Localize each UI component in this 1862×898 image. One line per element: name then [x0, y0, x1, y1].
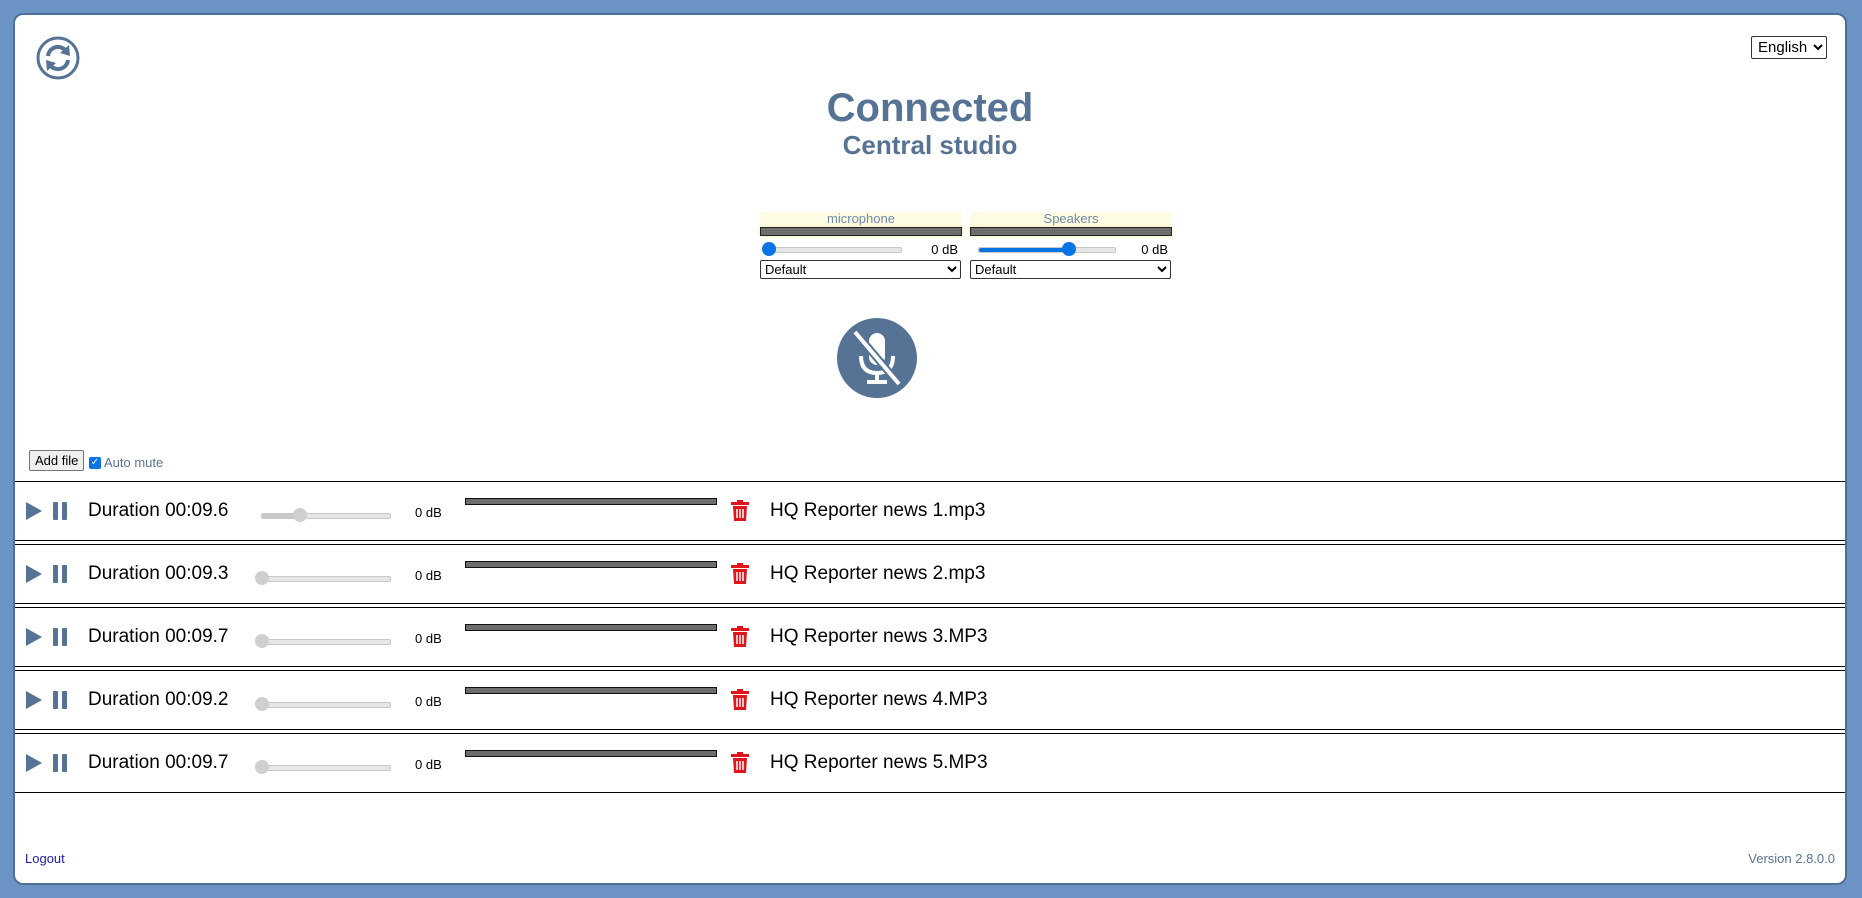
file-level-meter — [465, 750, 717, 757]
input-level-meter — [760, 227, 962, 236]
output-device-label: Speakers — [970, 212, 1172, 226]
microphone-muted-icon[interactable] — [837, 318, 917, 398]
file-level-meter — [465, 498, 717, 505]
file-duration: Duration 00:09.2 — [88, 689, 229, 710]
file-level-meter — [465, 561, 717, 568]
auto-mute-label: Auto mute — [104, 455, 164, 470]
output-device-select[interactable]: Default — [970, 260, 1171, 279]
play-icon[interactable] — [25, 501, 43, 526]
pause-icon[interactable] — [52, 627, 68, 652]
file-volume-thumb[interactable] — [255, 571, 269, 585]
file-volume-thumb[interactable] — [293, 508, 308, 522]
version-label: Version 2.8.0.0 — [1748, 851, 1835, 866]
file-row: Duration 00:09.7 0 dB HQ Reporter news 5… — [15, 733, 1845, 793]
app-window: English Connected Central studio microph… — [13, 13, 1847, 885]
play-icon[interactable] — [25, 627, 43, 652]
pause-icon[interactable] — [52, 501, 68, 526]
file-level-meter — [465, 687, 717, 694]
trash-icon[interactable] — [731, 563, 749, 590]
output-device-panel: Speakers 0 dB Default — [970, 212, 1172, 279]
file-name: HQ Reporter news 2.mp3 — [770, 563, 986, 584]
file-volume-slider[interactable] — [255, 634, 391, 648]
file-gain-value: 0 dB — [415, 757, 442, 772]
file-row: Duration 00:09.3 0 dB HQ Reporter news 2… — [15, 544, 1845, 604]
file-duration: Duration 00:09.6 — [88, 500, 229, 521]
trash-icon[interactable] — [731, 500, 749, 527]
output-gain-fill — [979, 248, 1069, 252]
file-gain-value: 0 dB — [415, 505, 442, 520]
trash-icon[interactable] — [731, 626, 749, 653]
file-volume-thumb[interactable] — [255, 760, 269, 774]
file-gain-value: 0 dB — [415, 631, 442, 646]
play-icon[interactable] — [25, 690, 43, 715]
output-gain-slider[interactable] — [978, 242, 1116, 256]
input-gain-slider[interactable] — [762, 242, 902, 256]
input-device-select[interactable]: Default — [760, 260, 961, 279]
file-name: HQ Reporter news 4.MP3 — [770, 689, 988, 710]
refresh-icon[interactable] — [36, 36, 80, 80]
pause-icon[interactable] — [52, 753, 68, 778]
file-row: Duration 00:09.7 0 dB HQ Reporter news 3… — [15, 607, 1845, 667]
file-gain-value: 0 dB — [415, 568, 442, 583]
add-file-button[interactable]: Add file — [29, 450, 85, 471]
play-icon[interactable] — [25, 564, 43, 589]
pause-icon[interactable] — [52, 690, 68, 715]
file-name: HQ Reporter news 1.mp3 — [770, 500, 986, 521]
auto-mute-toggle[interactable]: ✓ Auto mute — [89, 455, 163, 470]
file-volume-thumb[interactable] — [255, 697, 269, 711]
file-volume-slider[interactable] — [261, 508, 391, 522]
input-device-label: microphone — [760, 212, 962, 226]
trash-icon[interactable] — [731, 689, 749, 716]
file-gain-value: 0 dB — [415, 694, 442, 709]
connection-status: Connected — [826, 86, 1034, 130]
output-level-meter — [970, 227, 1172, 236]
file-volume-slider[interactable] — [255, 760, 391, 774]
file-volume-slider[interactable] — [255, 697, 391, 711]
file-name: HQ Reporter news 5.MP3 — [770, 752, 988, 773]
file-duration: Duration 00:09.7 — [88, 626, 229, 647]
file-volume-slider[interactable] — [255, 571, 391, 585]
file-row: Duration 00:09.6 0 dB HQ Reporter news 1… — [15, 481, 1845, 541]
play-icon[interactable] — [25, 753, 43, 778]
file-list: Duration 00:09.6 0 dB HQ Reporter news 1… — [15, 481, 1845, 796]
language-select[interactable]: English — [1751, 36, 1827, 59]
studio-name: Central studio — [842, 130, 1018, 160]
file-name: HQ Reporter news 3.MP3 — [770, 626, 988, 647]
pause-icon[interactable] — [52, 564, 68, 589]
add-file-bar: Add file — [29, 450, 85, 471]
input-gain-thumb[interactable] — [762, 242, 776, 256]
input-gain-value: 0 dB — [931, 242, 958, 257]
file-duration: Duration 00:09.7 — [88, 752, 229, 773]
input-device-panel: microphone 0 dB Default — [760, 212, 962, 279]
file-row: Duration 00:09.2 0 dB HQ Reporter news 4… — [15, 670, 1845, 730]
output-gain-thumb[interactable] — [1061, 242, 1076, 256]
auto-mute-checkbox[interactable]: ✓ — [89, 456, 101, 469]
output-gain-value: 0 dB — [1141, 242, 1168, 257]
file-duration: Duration 00:09.3 — [88, 563, 229, 584]
trash-icon[interactable] — [731, 752, 749, 779]
file-volume-thumb[interactable] — [255, 634, 269, 648]
file-level-meter — [465, 624, 717, 631]
logout-link[interactable]: Logout — [25, 851, 65, 866]
